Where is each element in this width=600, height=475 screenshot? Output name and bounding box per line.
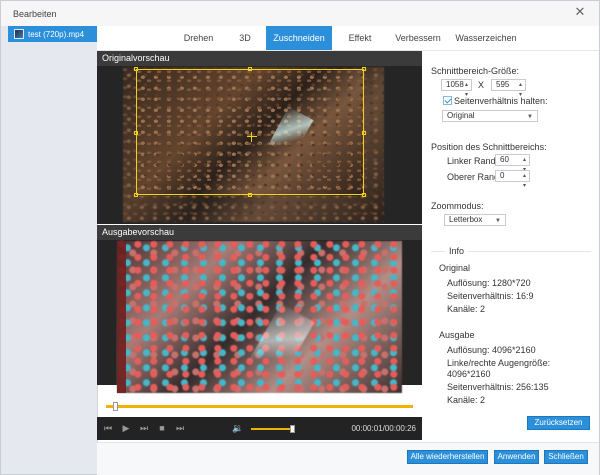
- stepper-icon: ▴▾: [522, 173, 526, 189]
- crop-handle-bottom-left[interactable]: [134, 193, 138, 197]
- player-controls: ⏮ ▶ ⏭ ■ ⏭ 🔉 00:00:01/00:00:26: [97, 417, 422, 440]
- zoom-mode-label: Zoommodus:: [431, 201, 484, 211]
- size-separator: X: [478, 80, 485, 90]
- edit-tabs: Drehen 3D Zuschneiden Effekt Verbessern …: [97, 26, 599, 51]
- original-resolution: Auflösung: 1280*720: [447, 278, 531, 288]
- tab-3d[interactable]: 3D: [232, 26, 258, 50]
- window-title: Bearbeiten: [13, 9, 57, 19]
- restore-all-button[interactable]: Alle wiederherstellen: [407, 450, 488, 464]
- original-channels: Kanäle: 2: [447, 304, 486, 314]
- crop-width-value: 1058: [446, 80, 464, 89]
- crop-handle-top[interactable]: [248, 67, 252, 71]
- video-thumbnail-icon: [14, 29, 24, 39]
- output-info-title: Ausgabe: [439, 330, 475, 340]
- stereo-edge: [117, 241, 126, 393]
- crop-center-crosshair: [247, 132, 257, 142]
- tab-verbessern[interactable]: Verbessern: [390, 26, 446, 50]
- crop-handle-right[interactable]: [362, 131, 366, 135]
- tab-wasserzeichen[interactable]: Wasserzeichen: [454, 26, 518, 50]
- top-margin-input[interactable]: 0 ▴ ▾: [495, 170, 530, 189]
- timeline-handle[interactable]: [113, 402, 118, 411]
- output-video-frame: [117, 241, 402, 393]
- skip-back-icon[interactable]: ⏮: [102, 422, 114, 434]
- crop-height-input[interactable]: 595 ▴ ▾: [491, 79, 526, 98]
- ratio-select-value: Original: [447, 111, 475, 120]
- crop-size-label: Schnittbereich-Größe:: [431, 66, 520, 76]
- tab-zuschneiden[interactable]: Zuschneiden: [266, 26, 332, 50]
- volume-handle[interactable]: [290, 425, 295, 433]
- chevron-down-icon: ▼: [495, 218, 501, 224]
- close-button[interactable]: Schließen: [544, 450, 588, 464]
- crop-handle-top-left[interactable]: [134, 67, 138, 71]
- fast-forward-icon[interactable]: ⏭: [138, 422, 150, 434]
- tab-drehen[interactable]: Drehen: [176, 26, 221, 50]
- close-icon[interactable]: ✕: [573, 5, 587, 19]
- play-icon[interactable]: ▶: [120, 422, 132, 434]
- output-eye-size-label: Linke/rechte Augengröße:: [447, 358, 551, 368]
- edit-window: Bearbeiten ✕ test (720p).mp4 Drehen 3D Z…: [0, 0, 600, 475]
- left-margin-label: Linker Rand:: [447, 156, 499, 166]
- zoom-mode-value: Letterbox: [449, 215, 483, 224]
- crop-position-label: Position des Schnittbereichs:: [431, 142, 547, 152]
- tab-effekt[interactable]: Effekt: [341, 26, 379, 50]
- crop-handle-top-right[interactable]: [362, 67, 366, 71]
- volume-slider[interactable]: [251, 428, 293, 430]
- apply-button[interactable]: Anwenden: [494, 450, 539, 464]
- top-margin-label: Oberer Rand:: [447, 172, 502, 182]
- volume-icon[interactable]: 🔉: [232, 422, 244, 434]
- info-title: Info: [445, 246, 469, 256]
- output-preview: Ausgabevorschau: [97, 225, 422, 393]
- crop-height-value: 595: [496, 80, 510, 89]
- output-channels: Kanäle: 2: [447, 395, 486, 405]
- left-margin-value: 60: [500, 155, 509, 164]
- dialog-footer: Alle wiederherstellen Anwenden Schließen: [97, 442, 599, 475]
- original-aspect-ratio: Seitenverhältnis: 16:9: [447, 291, 534, 301]
- stop-icon[interactable]: ■: [156, 422, 168, 434]
- playback-time: 00:00:01/00:00:26: [351, 424, 416, 433]
- timeline[interactable]: [106, 405, 413, 408]
- keep-ratio-checkbox[interactable]: [443, 96, 452, 105]
- left-margin-input[interactable]: 60▴▾: [495, 154, 530, 173]
- titlebar: Bearbeiten ✕: [1, 1, 599, 26]
- reset-button[interactable]: Zurücksetzen: [527, 416, 590, 430]
- crop-handle-bottom[interactable]: [248, 193, 252, 197]
- output-preview-title: Ausgabevorschau: [97, 225, 422, 240]
- keep-ratio-label: Seitenverhältnis halten:: [454, 96, 548, 106]
- skip-forward-icon[interactable]: ⏭: [174, 422, 186, 434]
- original-preview-title: Originalvorschau: [97, 51, 422, 66]
- chevron-down-icon: ▼: [527, 114, 533, 120]
- crop-handle-bottom-right[interactable]: [362, 193, 366, 197]
- crop-width-input[interactable]: 1058 ▴ ▾: [441, 79, 472, 98]
- sidebar-item-label: test (720p).mp4: [28, 30, 85, 39]
- ratio-select[interactable]: Original ▼: [442, 110, 538, 122]
- sidebar: test (720p).mp4: [1, 26, 98, 474]
- sidebar-item-video[interactable]: test (720p).mp4: [8, 26, 97, 42]
- original-info-title: Original: [439, 263, 471, 273]
- output-light-reflection: [245, 303, 315, 385]
- output-resolution: Auflösung: 4096*2160: [447, 345, 536, 355]
- zoom-mode-select[interactable]: Letterbox ▼: [444, 214, 506, 226]
- output-eye-size: 4096*2160: [447, 369, 491, 379]
- output-aspect-ratio: Seitenverhältnis: 256:135: [447, 382, 549, 392]
- original-preview: Originalvorschau: [97, 51, 422, 224]
- crop-handle-left[interactable]: [134, 131, 138, 135]
- top-margin-value: 0: [500, 171, 505, 180]
